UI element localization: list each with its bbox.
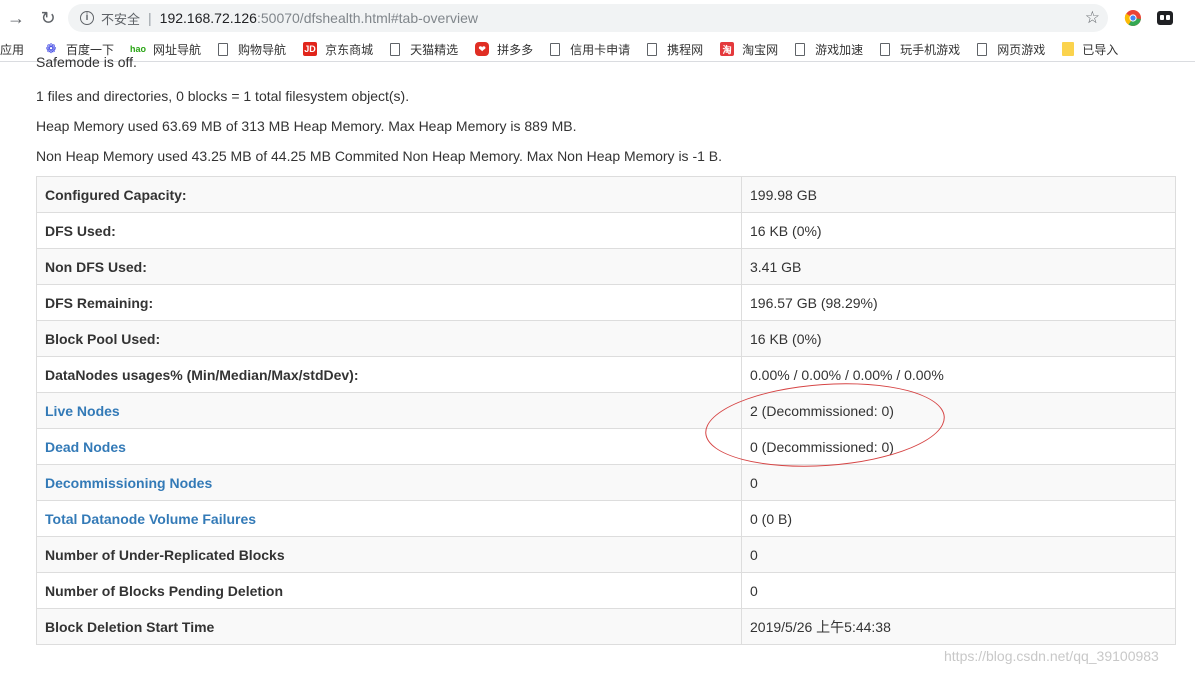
row-key: Number of Blocks Pending Deletion (36, 572, 742, 609)
row-key: Block Deletion Start Time (36, 608, 742, 645)
row-value: 196.57 GB (98.29%) (741, 284, 1176, 321)
url-path: :50070/dfshealth.html#tab-overview (256, 10, 479, 26)
row-value: 0 (0 B) (741, 500, 1176, 537)
bookmarks-bar: 应用 ❁ 百度一下 hao 网址导航 购物导航 JD 京东商城 天猫精选 ❤ 拼… (0, 37, 1195, 62)
row-key: DFS Used: (36, 212, 742, 249)
row-value: 0 (Decommissioned: 0) (741, 428, 1176, 465)
row-value: 3.41 GB (741, 248, 1176, 285)
document-icon (550, 42, 561, 56)
bookmark-jd[interactable]: JD 京东商城 (303, 41, 373, 58)
row-value: 0 (741, 464, 1176, 501)
heap-memory-text: Heap Memory used 63.69 MB of 313 MB Heap… (36, 118, 577, 134)
address-bar[interactable]: i 不安全 | 192.168.72.126:50070/dfshealth.h… (68, 4, 1108, 32)
bookmark-label: 网页游戏 (997, 42, 1046, 57)
row-value: 0 (741, 536, 1176, 573)
baidu-paw-icon: ❁ (45, 41, 57, 56)
bookmark-label: 携程网 (667, 42, 704, 57)
table-row: Decommissioning Nodes 0 (36, 464, 1176, 501)
browser-toolbar: → ↻ i 不安全 | 192.168.72.126:50070/dfsheal… (0, 0, 1195, 36)
row-value: 2019/5/26 上午5:44:38 (741, 608, 1176, 645)
watermark-text: https://blog.csdn.net/qq_39100983 (944, 648, 1159, 664)
bookmark-label: 信用卡申请 (570, 42, 631, 57)
table-row: DFS Remaining: 196.57 GB (98.29%) (36, 284, 1176, 321)
table-row: Total Datanode Volume Failures 0 (0 B) (36, 500, 1176, 537)
forward-icon[interactable]: → (4, 6, 28, 30)
bookmark-label: 玩手机游戏 (900, 42, 961, 57)
star-icon[interactable]: ☆ (1085, 8, 1100, 28)
row-value: 199.98 GB (741, 176, 1176, 213)
document-icon (795, 42, 806, 56)
row-value: 16 KB (0%) (741, 320, 1176, 357)
folder-icon (1062, 42, 1075, 56)
bookmark-game-boost[interactable]: 游戏加速 (795, 41, 863, 58)
bookmark-label: 购物导航 (238, 42, 287, 57)
bookmark-label: 游戏加速 (815, 42, 864, 57)
row-value: 2 (Decommissioned: 0) (741, 392, 1176, 429)
table-row: Number of Under-Replicated Blocks 0 (36, 536, 1176, 573)
table-row: DFS Used: 16 KB (0%) (36, 212, 1176, 249)
bookmark-ctrip[interactable]: 携程网 (647, 41, 703, 58)
table-row: Configured Capacity: 199.98 GB (36, 176, 1176, 213)
table-row: Block Pool Used: 16 KB (0%) (36, 320, 1176, 357)
row-key: DataNodes usages% (Min/Median/Max/stdDev… (36, 356, 742, 393)
bookmark-label: 天猫精选 (410, 42, 459, 57)
decommissioning-nodes-link[interactable]: Decommissioning Nodes (45, 475, 212, 491)
row-key: Non DFS Used: (36, 248, 742, 285)
insecure-label: 不安全 (101, 11, 141, 27)
bookmark-label: 网址导航 (153, 42, 202, 57)
chrome-extension-icon[interactable] (1124, 9, 1142, 27)
row-key: Number of Under-Replicated Blocks (36, 536, 742, 573)
reload-icon[interactable]: ↻ (36, 6, 60, 30)
document-icon (218, 42, 229, 56)
bookmark-tmall[interactable]: 天猫精选 (390, 41, 458, 58)
row-value: 0 (741, 572, 1176, 609)
bookmark-web-games[interactable]: 网页游戏 (977, 41, 1045, 58)
table-row: Dead Nodes 0 (Decommissioned: 0) (36, 428, 1176, 465)
document-icon (647, 42, 658, 56)
bookmark-apps[interactable]: 应用 (0, 41, 24, 58)
bookmark-label: 拼多多 (497, 42, 534, 57)
bookmark-imported[interactable]: 已导入 (1062, 41, 1118, 58)
bookmark-label: 应用 (0, 42, 25, 57)
bookmark-hao[interactable]: hao 网址导航 (130, 41, 202, 58)
bookmark-label: 淘宝网 (742, 42, 779, 57)
taobao-icon: 淘 (720, 42, 735, 56)
row-key: Block Pool Used: (36, 320, 742, 357)
bookmark-taobao[interactable]: 淘 淘宝网 (720, 41, 778, 58)
files-summary-text: 1 files and directories, 0 blocks = 1 to… (36, 88, 410, 104)
cluster-summary-table: Configured Capacity: 199.98 GB DFS Used:… (36, 176, 1176, 645)
row-value: 0.00% / 0.00% / 0.00% / 0.00% (741, 356, 1176, 393)
bookmark-baidu[interactable]: ❁ 百度一下 (44, 41, 114, 58)
row-value: 16 KB (0%) (741, 212, 1176, 249)
volume-failures-link[interactable]: Total Datanode Volume Failures (45, 511, 256, 527)
bookmark-label: 京东商城 (325, 42, 374, 57)
row-key: DFS Remaining: (36, 284, 742, 321)
info-icon[interactable]: i (80, 11, 94, 25)
jd-icon: JD (303, 42, 318, 56)
bookmark-mobile-games[interactable]: 玩手机游戏 (880, 41, 960, 58)
url-host: 192.168.72.126 (159, 10, 257, 26)
table-row: DataNodes usages% (Min/Median/Max/stdDev… (36, 356, 1176, 393)
bookmark-pinduoduo[interactable]: ❤ 拼多多 (475, 41, 533, 58)
bookmark-credit-card[interactable]: 信用卡申请 (550, 41, 630, 58)
document-icon (880, 42, 891, 56)
row-key: Configured Capacity: (36, 176, 742, 213)
live-nodes-link[interactable]: Live Nodes (45, 403, 120, 419)
pinduoduo-icon: ❤ (475, 42, 490, 56)
dead-nodes-link[interactable]: Dead Nodes (45, 439, 126, 455)
table-row: Number of Blocks Pending Deletion 0 (36, 572, 1176, 609)
table-row: Non DFS Used: 3.41 GB (36, 248, 1176, 285)
bookmark-shopping-nav[interactable]: 购物导航 (218, 41, 286, 58)
url-separator: | (148, 10, 152, 26)
table-row: Live Nodes 2 (Decommissioned: 0) (36, 392, 1176, 429)
document-icon (390, 42, 401, 56)
safemode-text: Safemode is off. (36, 56, 137, 68)
non-heap-memory-text: Non Heap Memory used 43.25 MB of 44.25 M… (36, 148, 723, 164)
document-icon (977, 42, 988, 56)
bookmark-label: 已导入 (1082, 42, 1119, 57)
bookmark-label: 百度一下 (66, 42, 115, 57)
extension-icon[interactable] (1156, 9, 1174, 27)
hao-icon: hao (130, 44, 147, 54)
table-row: Block Deletion Start Time 2019/5/26 上午5:… (36, 608, 1176, 645)
